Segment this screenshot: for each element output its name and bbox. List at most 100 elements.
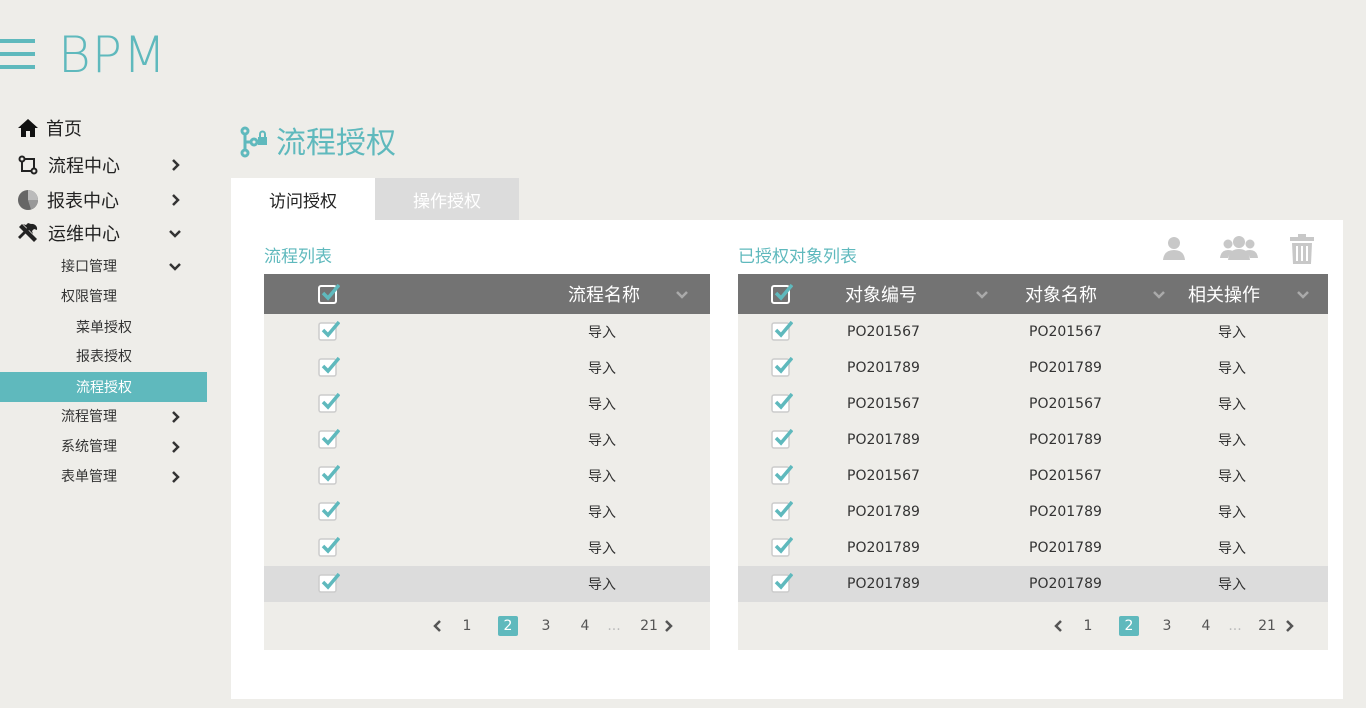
- object-name-cell: PO201789: [1029, 576, 1102, 592]
- column-header-object-code[interactable]: 对象编号: [845, 274, 917, 314]
- chevron-right-icon[interactable]: [1284, 614, 1296, 638]
- import-link[interactable]: 导入: [1218, 530, 1246, 566]
- row-checkbox[interactable]: [318, 320, 341, 342]
- trash-icon[interactable]: [1290, 234, 1314, 268]
- sidebar-item-process-mgmt[interactable]: 流程管理: [0, 406, 207, 426]
- import-link[interactable]: 导入: [1218, 494, 1246, 530]
- table-row[interactable]: 导入: [264, 458, 710, 494]
- sidebar-item-report-auth[interactable]: 报表授权: [0, 346, 207, 366]
- sidebar-item-ops-center[interactable]: 运维中心: [0, 221, 207, 245]
- select-all-checkbox[interactable]: [771, 283, 793, 305]
- chevron-down-icon[interactable]: [1153, 288, 1165, 300]
- user-icon[interactable]: [1162, 234, 1186, 266]
- column-header-object-name[interactable]: 对象名称: [1025, 274, 1097, 314]
- table-row[interactable]: PO201567 PO201567 导入: [738, 386, 1328, 422]
- table-row[interactable]: PO201789 PO201789 导入: [738, 350, 1328, 386]
- sidebar-item-label: 权限管理: [61, 289, 117, 305]
- row-checkbox[interactable]: [318, 428, 341, 450]
- column-header-process-name[interactable]: 流程名称: [568, 274, 640, 314]
- import-link[interactable]: 导入: [588, 566, 616, 602]
- select-all-checkbox[interactable]: [318, 283, 340, 305]
- sidebar-item-process-auth[interactable]: 流程授权: [0, 372, 207, 402]
- sidebar-item-system-mgmt[interactable]: 系统管理: [0, 436, 207, 456]
- page-1[interactable]: 1: [1078, 614, 1098, 638]
- sidebar-item-interface-mgmt[interactable]: 接口管理: [0, 256, 207, 276]
- row-checkbox[interactable]: [771, 320, 794, 342]
- import-link[interactable]: 导入: [588, 422, 616, 458]
- row-checkbox[interactable]: [318, 536, 341, 558]
- page-1[interactable]: 1: [457, 614, 477, 638]
- import-link[interactable]: 导入: [588, 386, 616, 422]
- process-list-table: 流程名称 导入 导入 导入 导入 导入 导入 导入 导入: [264, 274, 710, 650]
- row-checkbox[interactable]: [318, 464, 341, 486]
- import-link[interactable]: 导入: [1218, 314, 1246, 350]
- row-checkbox[interactable]: [771, 536, 794, 558]
- import-link[interactable]: 导入: [1218, 422, 1246, 458]
- table-row[interactable]: PO201567 PO201567 导入: [738, 314, 1328, 350]
- chevron-down-icon[interactable]: [1297, 288, 1309, 300]
- row-checkbox[interactable]: [771, 356, 794, 378]
- import-link[interactable]: 导入: [1218, 350, 1246, 386]
- table-row[interactable]: 导入: [264, 494, 710, 530]
- sidebar-item-label: 流程中心: [48, 156, 120, 177]
- row-checkbox[interactable]: [771, 500, 794, 522]
- page-21[interactable]: 21: [636, 614, 662, 638]
- table-row[interactable]: PO201789 PO201789 导入: [738, 494, 1328, 530]
- page-3[interactable]: 3: [1157, 614, 1177, 638]
- column-header-actions[interactable]: 相关操作: [1188, 274, 1260, 314]
- import-link[interactable]: 导入: [1218, 386, 1246, 422]
- import-link[interactable]: 导入: [588, 314, 616, 350]
- chevron-left-icon[interactable]: [1052, 614, 1064, 638]
- row-checkbox[interactable]: [318, 572, 341, 594]
- process-icon: [17, 154, 39, 176]
- row-checkbox[interactable]: [771, 464, 794, 486]
- sidebar-item-process-center[interactable]: 流程中心: [0, 153, 207, 177]
- table-row[interactable]: PO201789 PO201789 导入: [738, 566, 1328, 602]
- group-icon[interactable]: [1220, 234, 1258, 266]
- chevron-left-icon[interactable]: [431, 614, 443, 638]
- table-row[interactable]: 导入: [264, 314, 710, 350]
- sidebar-item-form-mgmt[interactable]: 表单管理: [0, 466, 207, 486]
- row-checkbox[interactable]: [318, 500, 341, 522]
- table-row[interactable]: PO201789 PO201789 导入: [738, 530, 1328, 566]
- row-checkbox[interactable]: [771, 428, 794, 450]
- chevron-down-icon: [169, 263, 181, 271]
- table-row[interactable]: 导入: [264, 530, 710, 566]
- sidebar-item-label: 流程授权: [76, 380, 132, 396]
- sidebar-item-menu-auth[interactable]: 菜单授权: [0, 317, 207, 337]
- import-link[interactable]: 导入: [588, 458, 616, 494]
- row-checkbox[interactable]: [771, 392, 794, 414]
- page-21[interactable]: 21: [1254, 614, 1280, 638]
- table-row[interactable]: 导入: [264, 350, 710, 386]
- chevron-down-icon[interactable]: [976, 288, 988, 300]
- page-3[interactable]: 3: [536, 614, 556, 638]
- pagination-ellipsis: ...: [607, 618, 621, 634]
- sidebar-item-label: 运维中心: [48, 224, 120, 245]
- page-2[interactable]: 2: [498, 616, 518, 636]
- row-checkbox[interactable]: [771, 572, 794, 594]
- table-row[interactable]: 导入: [264, 386, 710, 422]
- tab-operation-auth[interactable]: 操作授权: [375, 178, 519, 220]
- page-4[interactable]: 4: [1196, 614, 1216, 638]
- menu-toggle-icon[interactable]: [0, 39, 35, 71]
- object-code-cell: PO201567: [847, 468, 920, 484]
- table-row[interactable]: 导入: [264, 422, 710, 458]
- table-row[interactable]: PO201789 PO201789 导入: [738, 422, 1328, 458]
- import-link[interactable]: 导入: [588, 494, 616, 530]
- page-2[interactable]: 2: [1119, 616, 1139, 636]
- chevron-right-icon[interactable]: [663, 614, 675, 638]
- import-link[interactable]: 导入: [1218, 566, 1246, 602]
- import-link[interactable]: 导入: [588, 530, 616, 566]
- tab-access-auth[interactable]: 访问授权: [231, 178, 375, 220]
- sidebar-item-report-center[interactable]: 报表中心: [0, 188, 207, 212]
- row-checkbox[interactable]: [318, 392, 341, 414]
- row-checkbox[interactable]: [318, 356, 341, 378]
- sidebar-item-home[interactable]: 首页: [0, 116, 207, 140]
- import-link[interactable]: 导入: [1218, 458, 1246, 494]
- table-row[interactable]: PO201567 PO201567 导入: [738, 458, 1328, 494]
- import-link[interactable]: 导入: [588, 350, 616, 386]
- table-row[interactable]: 导入: [264, 566, 710, 602]
- sidebar-item-permission-mgmt[interactable]: 权限管理: [0, 286, 207, 306]
- chevron-down-icon[interactable]: [676, 288, 688, 300]
- page-4[interactable]: 4: [575, 614, 595, 638]
